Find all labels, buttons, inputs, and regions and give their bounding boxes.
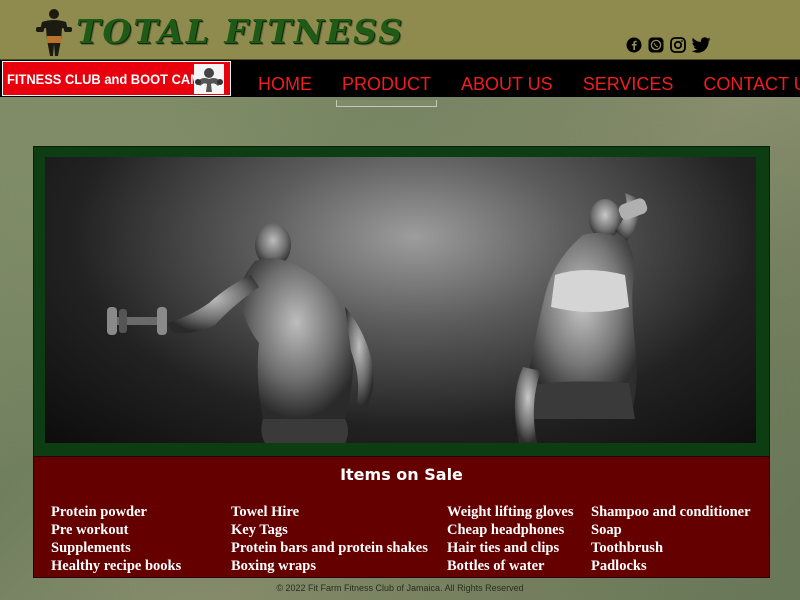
items-title: Items on Sale: [340, 465, 463, 484]
man-figure: [107, 223, 374, 443]
nav-services[interactable]: SERVICES: [571, 72, 686, 102]
list-item: Weight lifting gloves: [447, 504, 574, 520]
nav-home[interactable]: HOME: [246, 72, 324, 102]
footer-copyright: © 2022 Fit Farm Fitness Club of Jamaica.…: [276, 583, 524, 593]
list-item: Towel Hire: [231, 504, 300, 520]
list-item: Cheap headphones: [447, 522, 565, 538]
list-item: Boxing wraps: [231, 558, 317, 574]
list-item: Supplements: [51, 540, 131, 556]
facebook-icon[interactable]: [626, 37, 642, 53]
brand-title[interactable]: TOTAL FITNESS: [76, 12, 404, 51]
bodybuilder-logo-icon: [36, 9, 72, 56]
gym-couple-photo: [107, 193, 648, 443]
hero-image: [45, 157, 756, 443]
items-on-sale-panel: Items on Sale Protein powder Pre workout…: [33, 456, 770, 578]
nav-about-us[interactable]: ABOUT US: [449, 72, 565, 102]
list-item: Toothbrush: [591, 540, 664, 556]
items-column-3: Weight lifting gloves Cheap headphones H…: [447, 503, 573, 575]
items-column-1: Protein powder Pre workout Supplements H…: [51, 503, 181, 575]
list-item: Shampoo and conditioner: [591, 504, 751, 520]
nav-product[interactable]: PRODUCT: [330, 72, 443, 107]
list-item: Bottles of water: [447, 558, 545, 574]
whatsapp-icon[interactable]: [648, 37, 664, 53]
social-links: [626, 36, 711, 54]
list-item: Hair ties and clips: [447, 540, 560, 556]
club-banner-text: FITNESS CLUB and BOOT CAMP: [7, 71, 210, 87]
muscle-mascot-icon: [194, 64, 224, 94]
main-nav: HOME PRODUCT ABOUT US SERVICES CONTACT U…: [246, 72, 800, 107]
list-item: Key Tags: [231, 522, 288, 538]
list-item: Padlocks: [591, 558, 647, 574]
list-item: Soap: [591, 522, 622, 538]
items-column-2: Towel Hire Key Tags Protein bars and pro…: [231, 503, 428, 575]
header-bar: TOTAL FITNESS: [0, 0, 800, 60]
items-column-4: Shampoo and conditioner Soap Toothbrush …: [591, 503, 751, 575]
woman-figure: [514, 193, 648, 443]
list-item: Protein bars and protein shakes: [231, 540, 428, 556]
instagram-icon[interactable]: [670, 37, 686, 53]
nav-contact-us[interactable]: CONTACT US: [691, 72, 800, 102]
club-banner: FITNESS CLUB and BOOT CAMP: [2, 61, 231, 96]
twitter-icon[interactable]: [692, 37, 711, 53]
list-item: Protein powder: [51, 504, 147, 520]
list-item: Pre workout: [51, 522, 129, 538]
list-item: Healthy recipe books: [51, 558, 182, 574]
hero-frame: [33, 146, 770, 457]
